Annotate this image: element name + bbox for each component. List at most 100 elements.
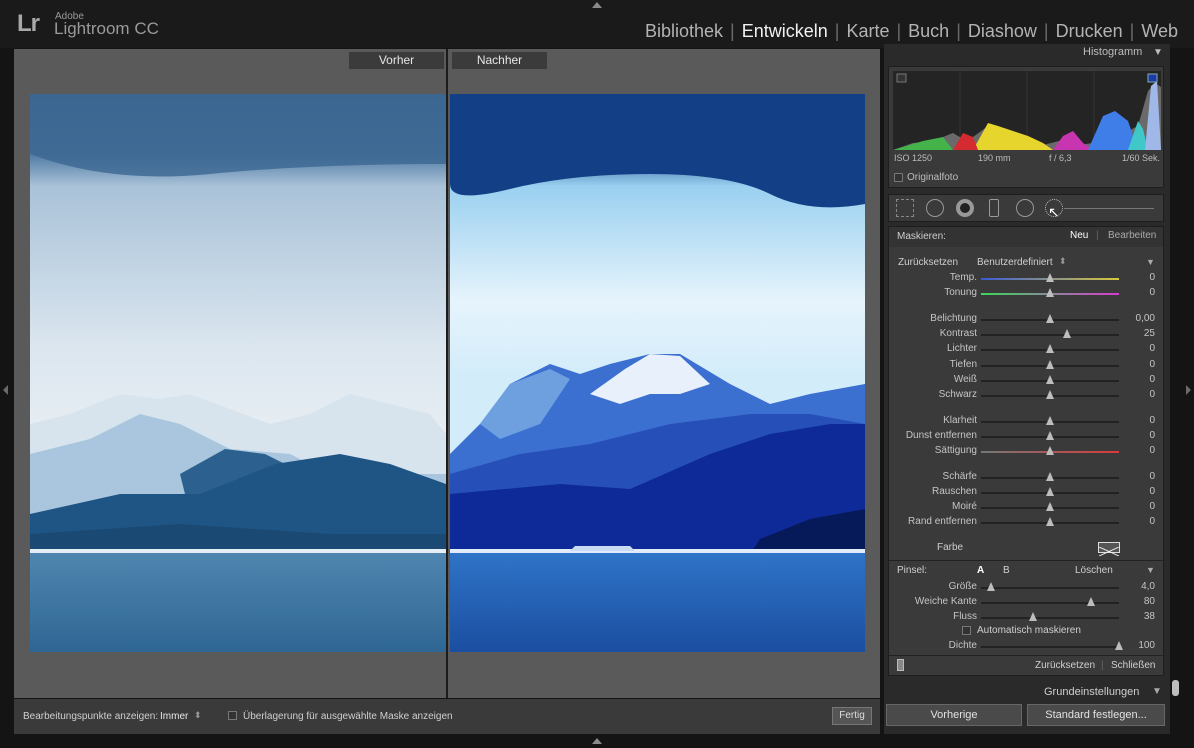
close-button[interactable]: Schließen (1111, 660, 1155, 671)
slider-value[interactable]: 0,00 (1115, 313, 1155, 324)
slider-value[interactable]: 0 (1115, 471, 1155, 482)
effect-collapse-icon[interactable]: ▼ (1146, 257, 1155, 267)
slider-value[interactable]: 100 (1115, 640, 1155, 651)
edit-points-label: Bearbeitungspunkte anzeigen: (23, 711, 159, 722)
reset-button[interactable]: Zurücksetzen (1035, 660, 1095, 671)
collapse-left-icon[interactable] (3, 385, 8, 395)
slider-label: Rand entfernen (908, 516, 977, 527)
slider-value[interactable]: 0 (1115, 343, 1155, 354)
previous-button[interactable]: Vorherige (886, 704, 1022, 726)
slider-thumb[interactable] (1046, 375, 1054, 384)
edit-points-select[interactable]: Immer (160, 711, 188, 722)
slider-value[interactable]: 0 (1115, 389, 1155, 400)
original-photo-checkbox[interactable] (894, 173, 903, 182)
slider-thumb[interactable] (1046, 517, 1054, 526)
crop-icon[interactable] (896, 199, 914, 217)
module-bibliothek[interactable]: Bibliothek (639, 21, 729, 42)
slider-value[interactable]: 4,0 (1115, 581, 1155, 592)
effect-preset-select[interactable]: Benutzerdefiniert (977, 257, 1053, 268)
before-after-view: Vorher Nachher (14, 49, 880, 698)
cursor-icon: ↖ (1048, 204, 1060, 220)
slider-thumb[interactable] (1046, 314, 1054, 323)
slider-value[interactable]: 38 (1115, 611, 1155, 622)
collapse-right-icon[interactable] (1186, 385, 1191, 395)
slider-track[interactable] (981, 587, 1119, 589)
slider-thumb[interactable] (986, 582, 995, 591)
basic-section-header[interactable]: Grundeinstellungen (1044, 686, 1139, 698)
module-web[interactable]: Web (1135, 21, 1184, 42)
slider-label: Klarheit (943, 415, 977, 426)
graduated-filter-icon[interactable] (989, 199, 999, 217)
slider-thumb[interactable] (1046, 390, 1054, 399)
slider-value[interactable]: 0 (1115, 501, 1155, 512)
slider-value[interactable]: 0 (1115, 445, 1155, 456)
slider-thumb[interactable] (1046, 431, 1054, 440)
brush-a-button[interactable]: A (977, 565, 984, 576)
overlay-checkbox[interactable] (228, 711, 237, 720)
slider-thumb[interactable] (1046, 502, 1054, 511)
before-photo[interactable] (30, 94, 446, 652)
slider-thumb[interactable] (1029, 612, 1038, 621)
slider-row: Größe 4,0 (893, 580, 1163, 595)
after-photo[interactable] (450, 94, 865, 652)
slider-value[interactable]: 0 (1115, 359, 1155, 370)
mask-toggle-icon[interactable] (897, 659, 904, 671)
lightroom-window: Lr Adobe Lightroom CC Bibliothek | Entwick… (0, 0, 1194, 748)
slider-value[interactable]: 0 (1115, 415, 1155, 426)
slider-value[interactable]: 0 (1115, 287, 1155, 298)
slider-value[interactable]: 25 (1115, 328, 1155, 339)
brush-label: Pinsel: (897, 565, 928, 576)
brush-b-button[interactable]: B (1003, 565, 1010, 576)
slider-thumb[interactable] (1046, 273, 1054, 282)
slider-thumb[interactable] (1062, 329, 1071, 338)
split-divider[interactable] (446, 49, 448, 698)
collapse-top-icon[interactable] (592, 2, 602, 8)
module-diashow[interactable]: Diashow (962, 21, 1043, 42)
slider-value[interactable]: 0 (1115, 516, 1155, 527)
slider-thumb[interactable] (1046, 416, 1054, 425)
done-button[interactable]: Fertig (832, 707, 872, 725)
slider-track[interactable] (981, 334, 1119, 336)
effect-reset-label[interactable]: Zurücksetzen (898, 257, 958, 268)
slider-thumb[interactable] (1046, 344, 1054, 353)
red-eye-icon[interactable] (956, 199, 974, 217)
module-entwickeln[interactable]: Entwickeln (736, 21, 834, 42)
slider-thumb[interactable] (1046, 487, 1054, 496)
slider-value[interactable]: 0 (1115, 272, 1155, 283)
slider-thumb[interactable] (1046, 360, 1054, 369)
aperture-value: f / 6,3 (1049, 153, 1072, 163)
color-swatch-icon[interactable] (1098, 542, 1120, 557)
slider-track[interactable] (981, 617, 1119, 619)
panel-scrollbar[interactable] (1172, 680, 1179, 696)
set-default-button[interactable]: Standard festlegen... (1027, 704, 1165, 726)
spot-removal-icon[interactable] (926, 199, 944, 217)
module-karte[interactable]: Karte (840, 21, 895, 42)
module-drucken[interactable]: Drucken (1050, 21, 1129, 42)
slider-value[interactable]: 0 (1115, 486, 1155, 497)
slider-thumb[interactable] (1087, 597, 1096, 606)
collapse-bottom-icon[interactable] (592, 738, 602, 744)
mask-edit-button[interactable]: Bearbeiten (1108, 230, 1156, 241)
slider-value[interactable]: 0 (1115, 430, 1155, 441)
slider-value[interactable]: 0 (1115, 374, 1155, 385)
focal-value: 190 mm (978, 153, 1011, 163)
histogram-title[interactable]: Histogramm (1083, 46, 1142, 58)
basic-collapse-icon[interactable]: ▼ (1152, 686, 1162, 697)
brush-collapse-icon[interactable]: ▼ (1146, 565, 1155, 575)
slider-thumb[interactable] (1046, 288, 1054, 297)
histogram-toggle-icon[interactable]: ▼ (1153, 47, 1163, 58)
original-photo-label: Originalfoto (907, 172, 959, 183)
brush-clear-button[interactable]: Löschen (1075, 565, 1113, 576)
slider-value[interactable]: 80 (1115, 596, 1155, 607)
slider-row: Belichtung 0,00 (893, 312, 1163, 327)
slider-track[interactable] (981, 646, 1119, 648)
histogram-panel: ISO 1250 190 mm f / 6,3 1/60 Sek. Origin… (888, 66, 1164, 188)
shutter-value: 1/60 Sek. (1121, 153, 1160, 163)
slider-thumb[interactable] (1046, 446, 1054, 455)
slider-track[interactable] (981, 602, 1119, 604)
auto-mask-checkbox[interactable] (962, 626, 971, 635)
module-buch[interactable]: Buch (902, 21, 955, 42)
slider-thumb[interactable] (1046, 472, 1054, 481)
radial-filter-icon[interactable] (1016, 199, 1034, 217)
mask-new-button[interactable]: Neu (1070, 230, 1088, 241)
